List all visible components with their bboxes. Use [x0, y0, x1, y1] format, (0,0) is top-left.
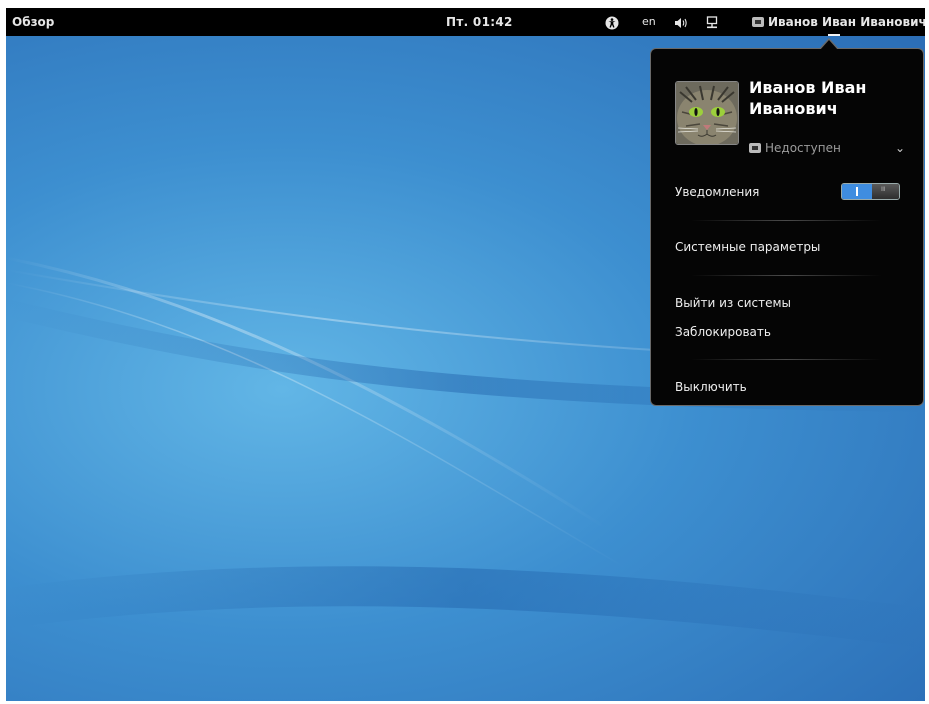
language-indicator[interactable]: en [642, 8, 656, 36]
separator [691, 220, 881, 221]
system-settings-item[interactable]: Системные параметры [675, 240, 820, 254]
volume-icon[interactable] [674, 8, 688, 36]
power-off-item[interactable]: Выключить [675, 380, 747, 394]
accessibility-icon[interactable] [605, 8, 619, 36]
notifications-toggle[interactable] [841, 183, 900, 200]
top-bar: Обзор Пт. 01:42 en Иванов Иван Иванович [6, 8, 925, 36]
chat-status-icon [752, 16, 764, 27]
active-indicator [828, 34, 840, 36]
avatar[interactable] [675, 81, 739, 145]
separator [691, 359, 881, 360]
status-label: Недоступен [765, 141, 841, 155]
chat-status-icon [749, 142, 761, 153]
desktop: Обзор Пт. 01:42 en Иванов Иван Иванович … [6, 8, 925, 701]
clock[interactable]: Пт. 01:42 [446, 8, 513, 36]
toggle-knob[interactable] [872, 184, 899, 199]
status-selector[interactable]: Недоступен ⌄ [749, 141, 905, 155]
chevron-down-icon[interactable]: ⌄ [895, 141, 905, 155]
toggle-on-indicator [842, 184, 872, 199]
notifications-label: Уведомления [675, 185, 760, 199]
user-menu-popup: Иванов Иван Иванович Недоступен ⌄ Уведом… [650, 38, 924, 406]
lock-screen-item[interactable]: Заблокировать [675, 325, 771, 339]
network-icon[interactable] [706, 8, 718, 36]
user-full-name: Иванов Иван Иванович [749, 78, 867, 118]
activities-button[interactable]: Обзор [12, 8, 54, 36]
user-name-label: Иванов Иван Иванович [768, 15, 925, 29]
logout-item[interactable]: Выйти из системы [675, 296, 791, 310]
separator [691, 275, 881, 276]
user-menu-button[interactable]: Иванов Иван Иванович [746, 8, 925, 36]
